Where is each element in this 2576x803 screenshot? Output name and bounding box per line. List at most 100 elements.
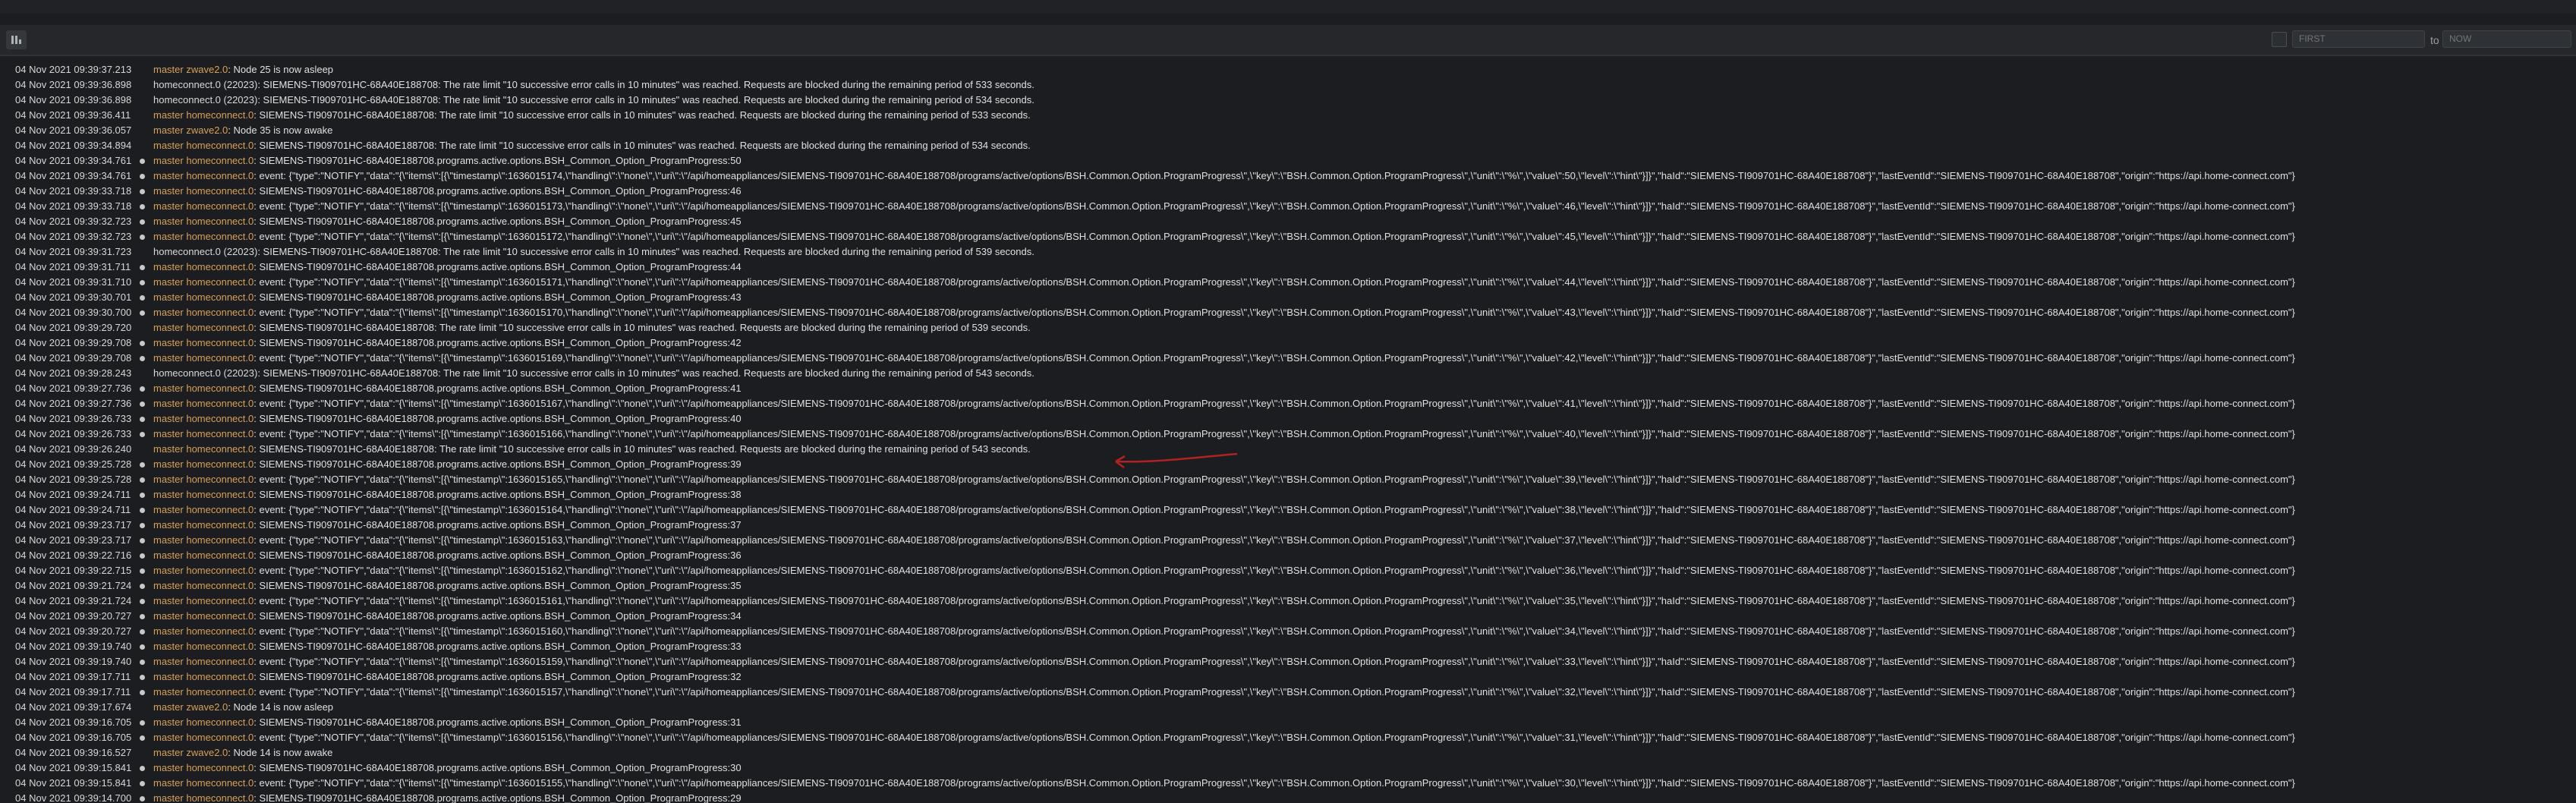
- log-row: 04 Nov 2021 09:39:27.736 master homeconne…: [0, 381, 2576, 396]
- log-source: homeconnect.0 (22023): SIEMENS-TI909701H…: [153, 244, 1034, 260]
- log-row: 04 Nov 2021 09:39:26.240 master homeconne…: [0, 442, 2576, 457]
- log-timestamp: 04 Nov 2021 09:39:27.736: [15, 383, 132, 394]
- log-timestamp: 04 Nov 2021 09:39:17.674: [15, 701, 132, 713]
- from-date-input[interactable]: [2292, 30, 2425, 48]
- log-source-name: master homeconnect.0: [153, 489, 254, 500]
- log-row: 04 Nov 2021 09:39:16.705 master homeconne…: [0, 715, 2576, 730]
- log-timestamp: 04 Nov 2021 09:39:30.701: [15, 291, 132, 303]
- log-source: master zwave2.0: Node 35 is now awake: [153, 123, 332, 138]
- log-source: master homeconnect.0: SIEMENS-TI909701HC…: [153, 138, 1031, 153]
- log-source-name: master homeconnect.0: [153, 109, 254, 121]
- log-list[interactable]: 04 Nov 2021 09:39:37.213 master zwave2.0:…: [0, 62, 2576, 803]
- log-level-dot-icon: [140, 781, 145, 786]
- log-toolbar: to: [0, 25, 2576, 56]
- log-message: Node 35 is now awake: [233, 124, 333, 136]
- log-source-name: master homeconnect.0: [153, 291, 254, 303]
- log-message: SIEMENS-TI909701HC-68A40E188708: The rat…: [263, 367, 1034, 379]
- log-message: SIEMENS-TI909701HC-68A40E188708: The rat…: [263, 79, 1034, 90]
- log-message: SIEMENS-TI909701HC-68A40E188708.programs…: [259, 792, 742, 803]
- log-message: Node 25 is now asleep: [233, 64, 334, 75]
- log-level-dot-icon: [140, 538, 145, 543]
- log-message: event: {"type":"NOTIFY","data":"{\"items…: [259, 307, 2295, 318]
- log-source: master homeconnect.0: SIEMENS-TI909701HC…: [153, 153, 742, 168]
- log-row: 04 Nov 2021 09:39:25.728 master homeconne…: [0, 472, 2576, 487]
- columns-icon-bar: [15, 36, 17, 44]
- log-source-name: master homeconnect.0: [153, 413, 254, 424]
- log-timestamp: 04 Nov 2021 09:39:32.723: [15, 216, 132, 227]
- log-source: master zwave2.0: Node 14 is now asleep: [153, 700, 333, 715]
- log-timestamp: 04 Nov 2021 09:39:24.711: [15, 489, 131, 500]
- log-message: Node 14 is now asleep: [233, 701, 334, 713]
- log-source: master homeconnect.0: event: {"type":"NO…: [153, 305, 2295, 320]
- log-source: master homeconnect.0: event: {"type":"NO…: [153, 685, 2295, 700]
- log-timestamp: 04 Nov 2021 09:39:31.723: [15, 246, 132, 257]
- log-level-dot-icon: [140, 189, 145, 194]
- log-source-name: master homeconnect.0: [153, 307, 254, 318]
- log-level-dot-icon: [140, 660, 145, 665]
- log-level-dot-icon: [140, 796, 145, 801]
- log-timestamp: 04 Nov 2021 09:39:15.841: [15, 777, 132, 789]
- log-source: master homeconnect.0: SIEMENS-TI909701HC…: [153, 442, 1031, 457]
- log-message: event: {"type":"NOTIFY","data":"{\"items…: [259, 428, 2295, 439]
- toggle-sidebar-button[interactable]: [6, 30, 27, 49]
- log-message: SIEMENS-TI909701HC-68A40E188708.programs…: [259, 489, 742, 500]
- time-filter-checkbox[interactable]: [2272, 32, 2287, 47]
- log-source: master homeconnect.0: SIEMENS-TI909701HC…: [153, 381, 742, 396]
- log-row: 04 Nov 2021 09:39:36.411 master homeconne…: [0, 108, 2576, 123]
- log-message: SIEMENS-TI909701HC-68A40E188708.programs…: [259, 762, 742, 773]
- log-timestamp: 04 Nov 2021 09:39:26.240: [15, 443, 132, 455]
- log-message: event: {"type":"NOTIFY","data":"{\"items…: [259, 504, 2295, 515]
- log-separator: :: [228, 124, 234, 136]
- log-source: master homeconnect.0: SIEMENS-TI909701HC…: [153, 214, 742, 229]
- log-level-dot-icon: [140, 644, 145, 650]
- log-level-dot-icon: [140, 477, 145, 483]
- log-source: homeconnect.0 (22023): SIEMENS-TI909701H…: [153, 366, 1034, 381]
- log-timestamp: 04 Nov 2021 09:39:34.761: [15, 170, 132, 181]
- log-row: 04 Nov 2021 09:39:21.724 master homeconne…: [0, 578, 2576, 594]
- log-message: event: {"type":"NOTIFY","data":"{\"items…: [259, 595, 2295, 606]
- to-date-input[interactable]: [2442, 30, 2571, 48]
- log-source-name: master zwave2.0: [153, 124, 228, 136]
- log-message: event: {"type":"NOTIFY","data":"{\"items…: [259, 231, 2295, 242]
- log-source: master homeconnect.0: event: {"type":"NO…: [153, 199, 2295, 214]
- log-level-dot-icon: [140, 766, 145, 771]
- log-message: event: {"type":"NOTIFY","data":"{\"items…: [259, 656, 2295, 667]
- log-timestamp: 04 Nov 2021 09:39:29.708: [15, 337, 132, 348]
- log-row: 04 Nov 2021 09:39:23.717 master homeconne…: [0, 533, 2576, 548]
- log-message: event: {"type":"NOTIFY","data":"{\"items…: [259, 732, 2295, 743]
- log-source-name: master homeconnect.0: [153, 185, 254, 197]
- log-message: SIEMENS-TI909701HC-68A40E188708.programs…: [259, 185, 742, 197]
- log-timestamp: 04 Nov 2021 09:39:15.841: [15, 762, 132, 773]
- log-source: master homeconnect.0: SIEMENS-TI909701HC…: [153, 791, 742, 803]
- log-row: 04 Nov 2021 09:39:36.898 homeconnect.0 (2…: [0, 93, 2576, 108]
- log-row: 04 Nov 2021 09:39:29.708 master homeconne…: [0, 351, 2576, 366]
- log-source: master homeconnect.0: event: {"type":"NO…: [153, 427, 2295, 442]
- log-row: 04 Nov 2021 09:39:36.057 master zwave2.0:…: [0, 123, 2576, 138]
- log-source: master homeconnect.0: SIEMENS-TI909701HC…: [153, 760, 742, 776]
- log-row: 04 Nov 2021 09:39:17.711 master homeconne…: [0, 685, 2576, 700]
- log-message: SIEMENS-TI909701HC-68A40E188708.programs…: [259, 550, 742, 561]
- log-row: 04 Nov 2021 09:39:23.717 master homeconne…: [0, 518, 2576, 533]
- log-message: event: {"type":"NOTIFY","data":"{\"items…: [259, 625, 2295, 637]
- log-source: master homeconnect.0: SIEMENS-TI909701HC…: [153, 320, 1031, 335]
- log-source: master homeconnect.0: SIEMENS-TI909701HC…: [153, 108, 1031, 123]
- log-source-name: master homeconnect.0: [153, 170, 254, 181]
- log-source: homeconnect.0 (22023): SIEMENS-TI909701H…: [153, 77, 1034, 93]
- log-level-dot-icon: [140, 204, 145, 209]
- log-message: SIEMENS-TI909701HC-68A40E188708.programs…: [259, 216, 742, 227]
- log-message: event: {"type":"NOTIFY","data":"{\"items…: [259, 686, 2295, 698]
- log-row: 04 Nov 2021 09:39:21.724 master homeconne…: [0, 594, 2576, 609]
- log-timestamp: 04 Nov 2021 09:39:20.727: [15, 610, 132, 622]
- log-row: 04 Nov 2021 09:39:14.700 master homeconne…: [0, 791, 2576, 803]
- log-separator: :: [228, 64, 234, 75]
- log-source: master zwave2.0: Node 14 is now awake: [153, 745, 332, 760]
- log-row: 04 Nov 2021 09:39:37.213 master zwave2.0:…: [0, 62, 2576, 77]
- log-source: master homeconnect.0: SIEMENS-TI909701HC…: [153, 639, 742, 654]
- log-row: 04 Nov 2021 09:39:30.700 master homeconne…: [0, 305, 2576, 320]
- log-message: event: {"type":"NOTIFY","data":"{\"items…: [259, 398, 2295, 409]
- log-source: master homeconnect.0: SIEMENS-TI909701HC…: [153, 260, 742, 275]
- log-source-name: master homeconnect.0: [153, 458, 254, 470]
- log-message: SIEMENS-TI909701HC-68A40E188708.programs…: [259, 716, 742, 728]
- log-source-name: homeconnect.0 (22023): [153, 94, 258, 105]
- log-message: event: {"type":"NOTIFY","data":"{\"items…: [259, 352, 2295, 364]
